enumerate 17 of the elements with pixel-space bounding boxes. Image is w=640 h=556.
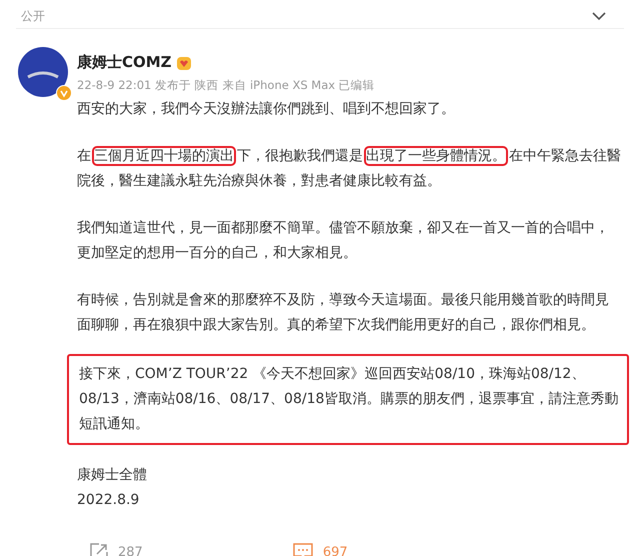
signature-line: 康姆士全體 <box>77 466 148 485</box>
share-icon[interactable] <box>90 543 108 556</box>
visibility-label: 公开 <box>21 8 45 24</box>
post-paragraph: 西安的大家，我們今天沒辦法讓你們跳到、唱到不想回家了。 <box>77 100 456 119</box>
post-meta: 22-8-9 22:01 发布于 陕西 来自 iPhone XS Max 已编辑 <box>77 78 376 93</box>
action-count: 697 <box>322 544 348 556</box>
signature-line: 2022.8.9 <box>77 491 140 510</box>
highlighted-paragraph: 接下來，COM’Z TOUR’22 《今天不想回家》巡回西安站08/10，珠海站08/12、08/13，濟南站08/16、08/17、08/18皆取消。購票的朋友們，退票事宜，請注意秀動短訊通知。 <box>67 354 629 445</box>
action-count: 287 <box>118 544 143 556</box>
post-paragraph: 我們知道這世代，見一面都那麼不簡單。儘管不願放棄，卻又在一首又一首的合唱中，更加堅定的想用一百分的自己，和大家相見。 <box>77 219 610 263</box>
author-name[interactable]: 康姆士COMZ <box>77 53 172 72</box>
post-paragraph: 在 三個月近四十場的演出 下，很抱歉我們還是 出現了一些身體情況。 在中午緊急去往醫院後，醫生建議永駐先治療與休養，對患者健康比較有益。 <box>77 147 622 191</box>
fan-badge-icon <box>176 54 192 70</box>
avatar[interactable] <box>18 47 68 97</box>
chevron-down-icon[interactable] <box>592 12 606 20</box>
verified-icon <box>56 85 72 101</box>
post-paragraph: 有時候，告別就是會來的那麼猝不及防，導致今天這場面。最後只能用幾首歌的時間見面聊聊，再在狼狽中跟大家告別。真的希望下次我們能用更好的自己，跟你們相見。 <box>77 291 610 335</box>
